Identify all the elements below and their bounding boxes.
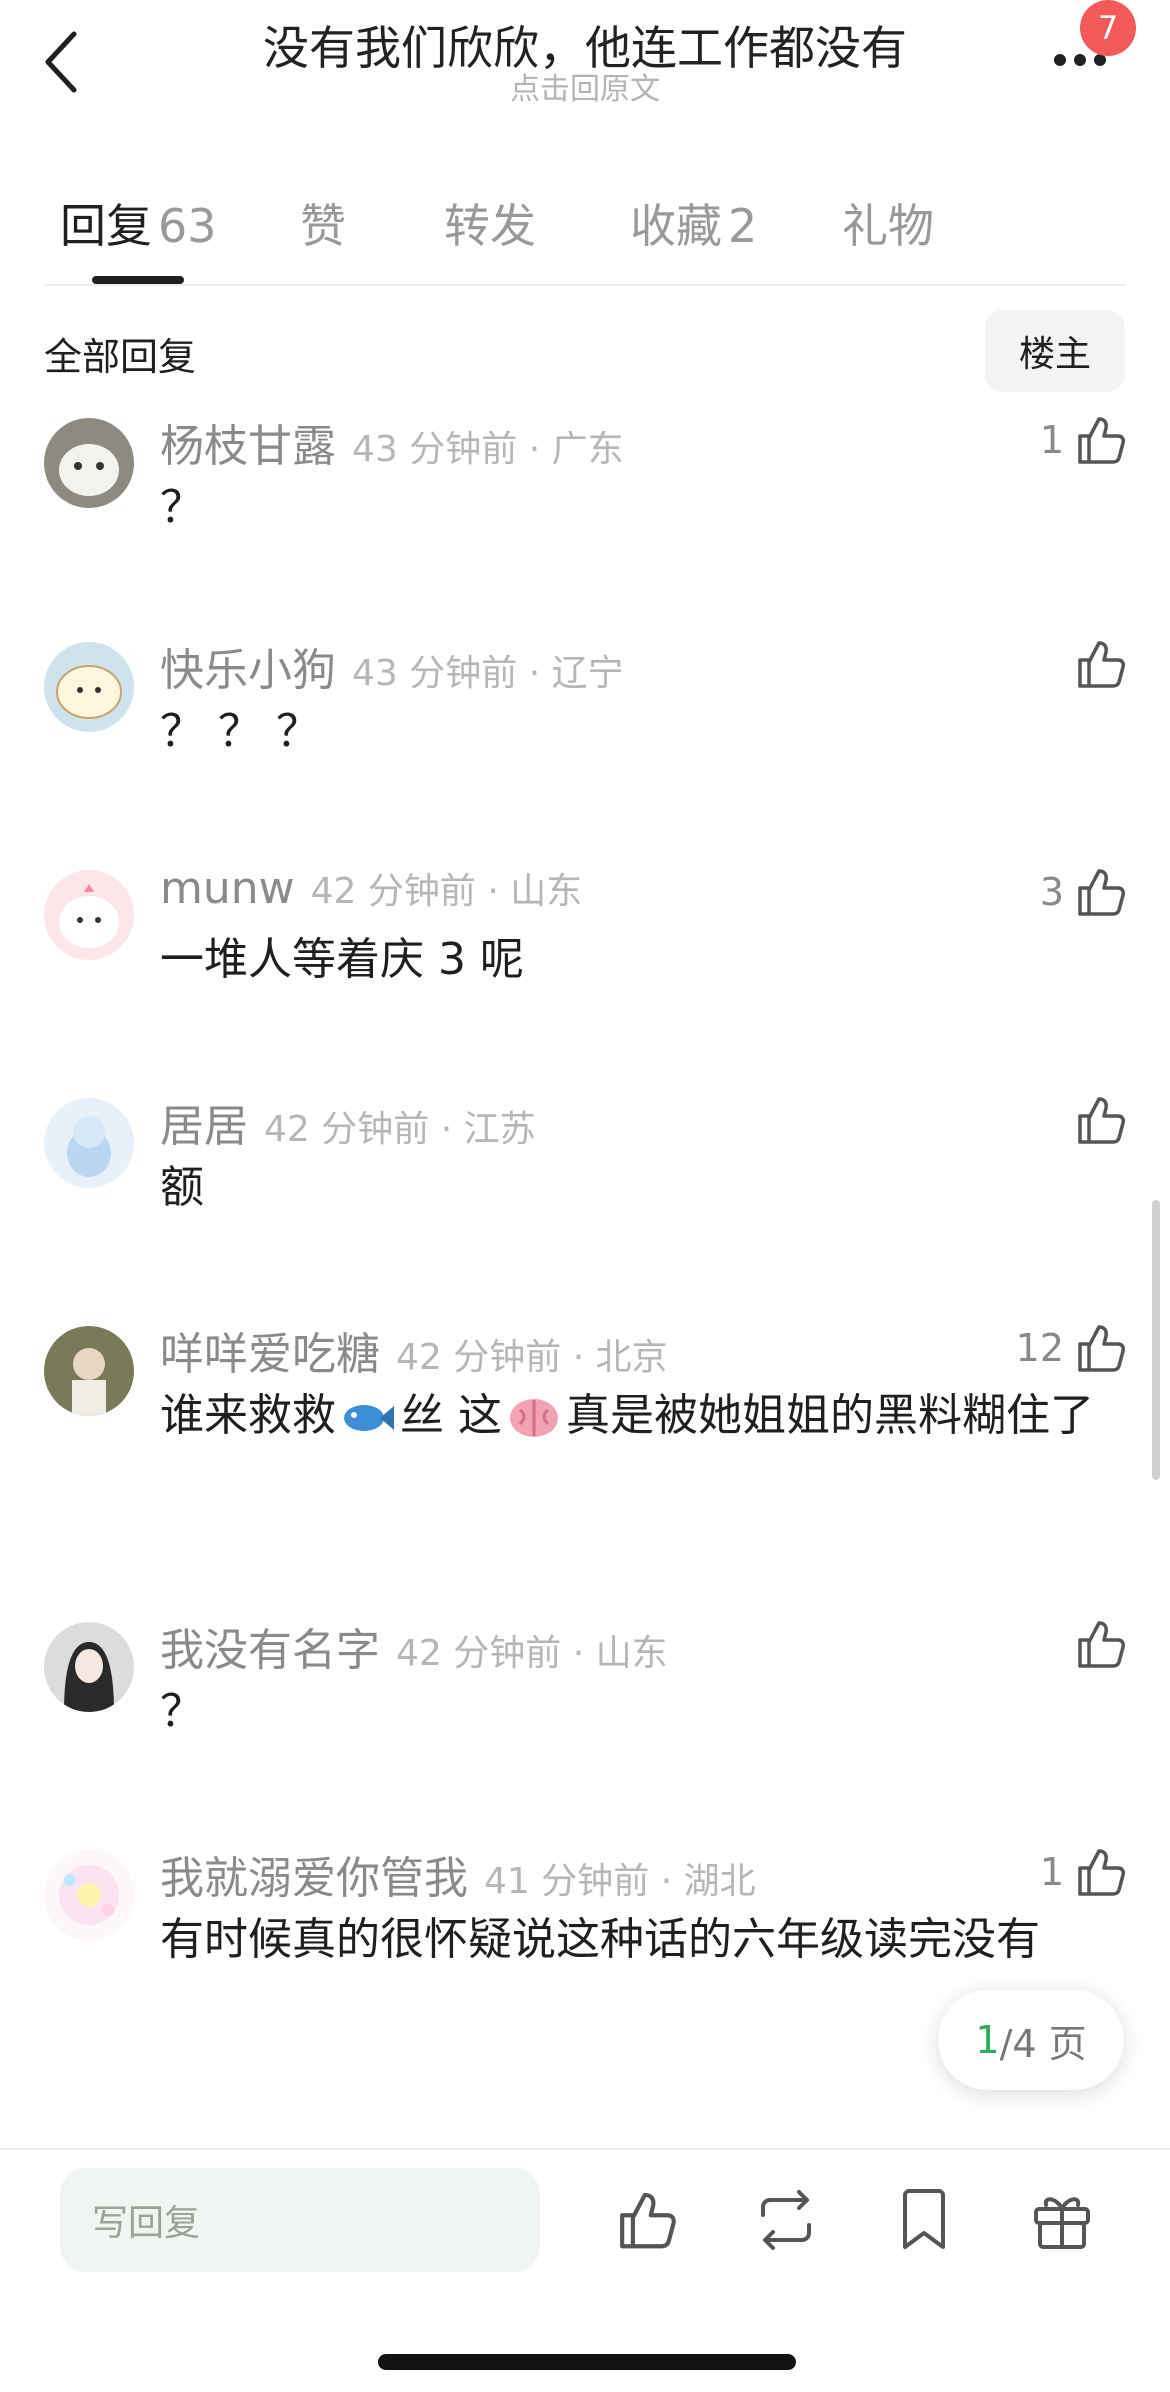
comment-text: 一堆人等着庆 3 呢 (160, 934, 524, 985)
username[interactable]: 我没有名字 (160, 1625, 380, 1676)
like-button[interactable] (1074, 638, 1126, 690)
thumb-up-icon (1078, 869, 1125, 916)
avatar[interactable] (44, 1326, 134, 1416)
avatar[interactable] (44, 418, 134, 508)
timestamp-location: 42 分钟前 · 江苏 (264, 1109, 536, 1150)
scrollbar[interactable] (1152, 1200, 1160, 1480)
more-dot-icon (1054, 54, 1066, 66)
avatar[interactable] (44, 870, 134, 960)
timestamp-location: 41 分钟前 · 湖北 (484, 1861, 756, 1902)
home-indicator[interactable] (378, 2354, 796, 2370)
avatar[interactable] (44, 1850, 134, 1940)
like-count: 3 (1039, 870, 1064, 914)
comment-text-part: 真是被她姐姐的黑料糊住了 (566, 1390, 1094, 1441)
current-page: 1 (975, 2018, 1000, 2062)
timestamp-location: 42 分钟前 · 北京 (396, 1337, 668, 1378)
like-button[interactable]: 1 (1040, 1846, 1126, 1898)
view-original-link[interactable]: 点击回原文 (180, 64, 990, 108)
thumb-up-icon (620, 2192, 676, 2249)
comment-text: 谁来救救 丝 这 真是被她姐姐的黑料糊住了 (160, 1380, 1100, 1452)
like-button[interactable]: 12 (1016, 1322, 1126, 1374)
avatar[interactable] (44, 1622, 134, 1712)
like-button[interactable]: 3 (1040, 866, 1126, 918)
fish-emoji-icon (344, 1405, 394, 1431)
all-replies-label: 全部回复 (44, 335, 197, 379)
comment-text: ？ (160, 1686, 204, 1737)
tab-count: 63 (158, 199, 217, 253)
thumb-up-icon (1078, 1097, 1125, 1144)
thumb-up-icon (1078, 641, 1125, 688)
comment-text-part: 谁来救救 (160, 1390, 336, 1441)
more-dot-icon (1074, 54, 1086, 66)
comment-text: ？ (160, 482, 204, 533)
tab-label: 礼物 (842, 199, 934, 253)
tab-replies[interactable]: 回复 63 (60, 190, 217, 256)
tab-likes[interactable]: 赞 (300, 190, 346, 256)
page-indicator[interactable]: 1/4 页 (938, 1990, 1124, 2090)
avatar[interactable] (44, 1098, 134, 1188)
repost-icon (761, 2190, 811, 2250)
gift-button[interactable] (1022, 2180, 1102, 2260)
username[interactable]: 咩咩爱吃糖 (160, 1329, 380, 1380)
thumb-up-icon (1078, 1325, 1125, 1372)
notification-badge: 7 (1080, 0, 1136, 56)
gift-icon (1034, 2197, 1090, 2249)
thumb-up-icon (1078, 1849, 1125, 1896)
timestamp-location: 42 分钟前 · 山东 (396, 1633, 668, 1674)
tab-label: 回复 (60, 199, 152, 253)
like-button[interactable]: 1 (1040, 414, 1126, 466)
bookmark-icon (903, 2189, 945, 2249)
active-tab-indicator (92, 276, 184, 284)
timestamp-location: 43 分钟前 · 广东 (352, 429, 624, 470)
tab-favorites[interactable]: 收藏 2 (630, 190, 757, 256)
total-pages: /4 页 (999, 2021, 1087, 2066)
back-button[interactable] (40, 22, 100, 102)
reply-input[interactable]: 写回复 (60, 2168, 540, 2272)
username[interactable]: 快乐小狗 (160, 645, 336, 696)
thumb-up-icon (1078, 1621, 1125, 1668)
comment-text: 有时候真的很怀疑说这种话的六年级读完没有 (160, 1914, 1040, 1965)
comment-text: ？ ？ ？ (160, 706, 320, 757)
tab-reposts[interactable]: 转发 (444, 190, 536, 256)
like-button[interactable] (1074, 1618, 1126, 1670)
brain-emoji-icon (510, 1399, 558, 1437)
username[interactable]: 我就溺爱你管我 (160, 1853, 468, 1904)
timestamp-location: 43 分钟前 · 辽宁 (352, 653, 624, 694)
like-post-button[interactable] (606, 2180, 686, 2260)
tab-count: 2 (728, 199, 758, 253)
tab-gifts[interactable]: 礼物 (842, 190, 934, 256)
thumb-up-icon (1078, 417, 1125, 464)
tab-label: 转发 (444, 199, 536, 253)
username[interactable]: munw (160, 863, 295, 914)
like-button[interactable] (1074, 1094, 1126, 1146)
repost-button[interactable] (746, 2180, 826, 2260)
divider (0, 2148, 1170, 2150)
like-count: 1 (1039, 418, 1064, 462)
tab-label: 赞 (300, 199, 346, 253)
like-count: 1 (1039, 1850, 1064, 1894)
username[interactable]: 杨枝甘露 (160, 421, 336, 472)
divider (44, 284, 1126, 286)
timestamp-location: 42 分钟前 · 山东 (310, 871, 583, 912)
owner-filter-button[interactable]: 楼主 (985, 310, 1125, 392)
chevron-left-icon (45, 31, 77, 93)
avatar[interactable] (44, 642, 134, 732)
tab-label: 收藏 (630, 199, 722, 253)
comment-text-part: 丝 这 (400, 1390, 502, 1441)
comment-text: 额 (160, 1162, 204, 1213)
bookmark-button[interactable] (884, 2180, 964, 2260)
like-count: 12 (1015, 1326, 1064, 1370)
username[interactable]: 居居 (160, 1101, 248, 1152)
